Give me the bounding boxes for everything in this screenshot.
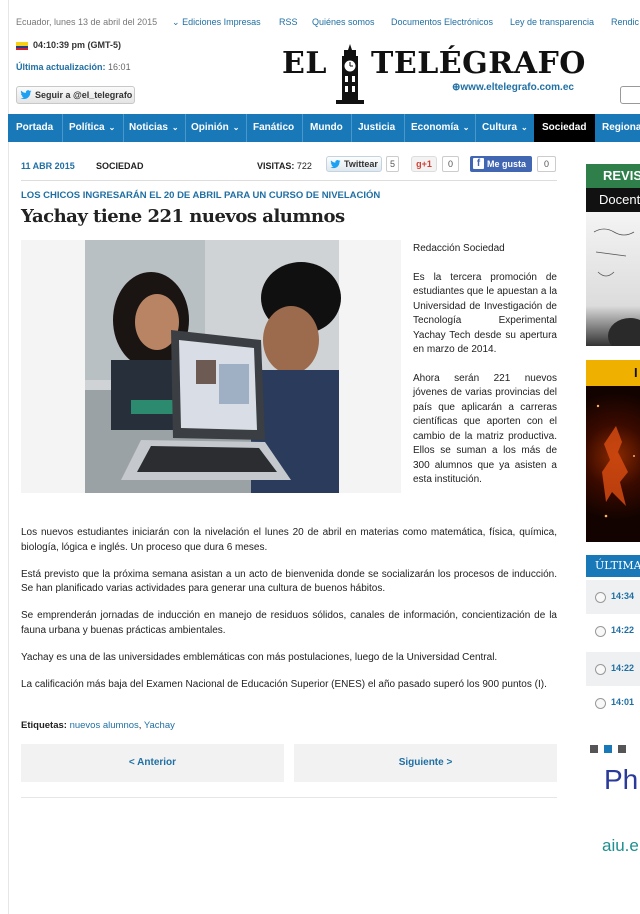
fire-graphic xyxy=(596,404,635,518)
logo-text-el: EL xyxy=(282,46,327,81)
article-body: Los nuevos estudiantes iniciarán con la … xyxy=(21,526,557,705)
nav-item-mundo[interactable]: Mundo xyxy=(310,114,343,142)
link-quienes-somos[interactable]: Quiénes somos xyxy=(312,17,375,27)
divider xyxy=(21,180,557,181)
article-byline: Redacción Sociedad xyxy=(413,243,505,254)
latest-news-item[interactable]: 14:22 xyxy=(586,652,640,686)
nav-item-opinion[interactable]: Opinión ⌄ xyxy=(191,114,239,142)
next-article-button[interactable]: Siguiente > xyxy=(294,744,557,782)
sidebar-ad-subtitle[interactable]: Docent xyxy=(586,188,640,212)
nav-item-sociedad[interactable]: Sociedad xyxy=(534,114,595,142)
carousel-dot[interactable] xyxy=(618,745,626,753)
article-paragraph: Está previsto que la próxima semana asis… xyxy=(21,568,557,595)
tweet-button[interactable]: Twittear xyxy=(326,156,382,172)
clock-tower-icon xyxy=(336,44,364,104)
carousel-dots[interactable] xyxy=(590,740,632,758)
nav-item-justicia[interactable]: Justicia xyxy=(358,114,395,142)
tweet-count: 5 xyxy=(386,156,399,172)
article-headline: Yachay tiene 221 nuevos alumnos xyxy=(21,206,345,227)
link-ediciones-impresas[interactable]: ⌄ Ediciones Impresas xyxy=(172,17,261,28)
gplus-button[interactable]: g+1 xyxy=(411,156,437,172)
tag-link[interactable]: nuevos alumnos xyxy=(70,720,139,731)
sidebar-ad-text[interactable]: Ph xyxy=(604,764,638,796)
facebook-like-count: 0 xyxy=(537,156,556,172)
article-paragraph: La calificación más baja del Examen Naci… xyxy=(21,678,547,690)
article-paragraph: Ahora serán 221 nuevos jóvenes de varias… xyxy=(413,372,557,486)
clock-icon xyxy=(595,592,606,603)
link-ley-transparencia[interactable]: Ley de transparencia xyxy=(510,17,594,27)
divider xyxy=(21,797,557,798)
link-documentos-electronicos[interactable]: Documentos Electrónicos xyxy=(391,17,493,27)
sidebar-ad-image[interactable] xyxy=(586,212,640,346)
carousel-dot[interactable] xyxy=(604,745,612,753)
chevron-down-icon: ⌄ xyxy=(232,123,240,132)
latest-news-item[interactable]: 14:22 xyxy=(586,614,640,648)
site-logo[interactable]: EL TELÉGRAFO ⊕www.eltelegrafo.com.ec xyxy=(282,44,585,104)
facebook-icon: f xyxy=(473,158,484,169)
facebook-like-button[interactable]: f Me gusta xyxy=(470,156,532,172)
chevron-down-icon: ⌄ xyxy=(171,123,179,132)
nav-item-economia[interactable]: Economía ⌄ xyxy=(411,114,470,142)
latest-news-item[interactable]: 14:34 xyxy=(586,580,640,614)
twitter-bird-icon xyxy=(20,90,32,100)
previous-article-button[interactable]: < Anterior xyxy=(21,744,284,782)
twitter-follow-button[interactable]: Seguir a @el_telegrafo xyxy=(16,86,135,104)
article-paragraph: Yachay es una de las universidades emble… xyxy=(21,651,498,663)
link-rss[interactable]: RSS xyxy=(279,17,298,27)
article-section: SOCIEDAD xyxy=(96,161,144,171)
nav-item-politica[interactable]: Política ⌄ xyxy=(69,114,115,142)
gplus-count: 0 xyxy=(442,156,459,172)
latest-news-header: ÚLTIMA xyxy=(586,555,640,577)
clock-icon xyxy=(595,626,606,637)
article-paragraph: Es la tercera promoción de estudiantes q… xyxy=(413,271,557,356)
sidebar-ad-title[interactable]: REVIS xyxy=(586,164,640,188)
nav-item-portada[interactable]: Portada xyxy=(16,114,53,142)
carousel-dot[interactable] xyxy=(590,745,598,753)
nav-item-cultura[interactable]: Cultura ⌄ xyxy=(482,114,528,142)
twitter-bird-icon xyxy=(330,160,341,169)
search-input[interactable] xyxy=(620,86,640,104)
nav-item-fanatico[interactable]: Fanático xyxy=(253,114,294,142)
sidebar-banner-title[interactable]: I xyxy=(586,360,640,386)
students-laptop-photo xyxy=(85,240,341,493)
visit-counter: VISITAS: 722 xyxy=(257,161,312,171)
current-date: Ecuador, lunes 13 de abril del 2015 xyxy=(16,17,158,27)
local-time: 04:10:39 pm (GMT-5) xyxy=(16,40,121,50)
chevron-down-icon: ⌄ xyxy=(521,123,528,132)
logo-text-telegrafo: TELÉGRAFO xyxy=(371,46,586,81)
ecuador-flag-icon xyxy=(16,41,28,50)
nav-item-regional[interactable]: Regiona xyxy=(602,114,640,142)
utility-bar: Ecuador, lunes 13 de abril del 2015 ⌄ Ed… xyxy=(0,10,640,34)
article-paragraph: Los nuevos estudiantes iniciarán con la … xyxy=(21,527,557,553)
chevron-down-icon: ⌄ xyxy=(462,123,470,132)
sidebar-ad-url[interactable]: aiu.e xyxy=(602,836,639,856)
article-paragraph: Se emprenderán jornadas de inducción en … xyxy=(21,610,557,636)
link-rendicion[interactable]: Rendic xyxy=(611,17,639,27)
whiteboard-image xyxy=(593,228,640,346)
clock-icon xyxy=(595,664,606,675)
main-nav: Portada Política ⌄ Noticias ⌄ Opinión ⌄ Fan… xyxy=(8,114,640,142)
latest-news-item[interactable]: 14:01 xyxy=(586,686,640,720)
last-update: Última actualización: 16:01 xyxy=(16,62,131,72)
tag-link[interactable]: Yachay xyxy=(144,720,175,731)
article-date: 11 ABR 2015 xyxy=(21,161,75,171)
sidebar-banner-image[interactable] xyxy=(586,386,640,542)
article-intro: Redacción Sociedad Es la tercera promoci… xyxy=(413,242,557,495)
article-kicker: LOS CHICOS INGRESARÁN EL 20 DE ABRIL PAR… xyxy=(21,190,381,201)
logo-url: ⊕www.eltelegrafo.com.ec xyxy=(452,82,574,93)
nav-item-noticias[interactable]: Noticias ⌄ xyxy=(129,114,179,142)
chevron-down-icon: ⌄ xyxy=(172,17,180,27)
clock-icon xyxy=(595,698,606,709)
chevron-down-icon: ⌄ xyxy=(108,123,116,132)
article-tags: Etiquetas: nuevos alumnos, Yachay xyxy=(21,720,175,731)
article-photo xyxy=(21,240,401,493)
